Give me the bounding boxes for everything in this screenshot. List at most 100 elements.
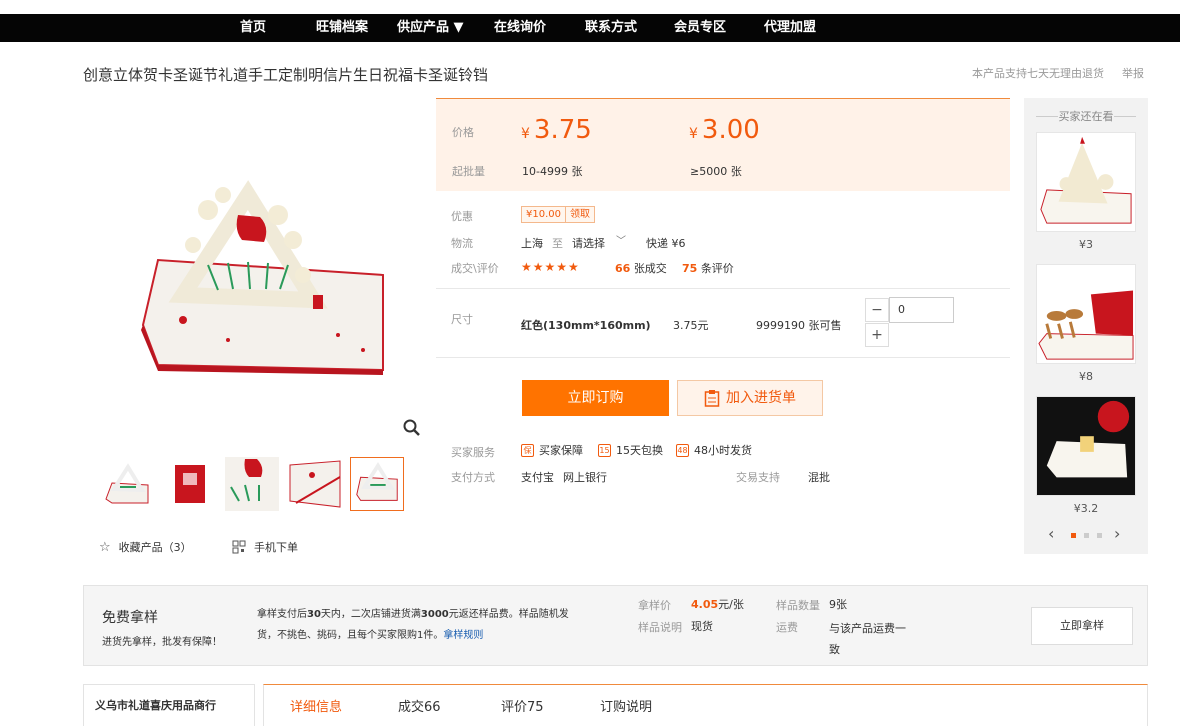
tab-details[interactable]: 详细信息	[290, 696, 342, 715]
add-to-cart-label: 加入进货单	[726, 390, 796, 406]
mobile-order[interactable]: 手机下单	[232, 539, 298, 555]
moq-tier-2: ≥5000 张	[690, 165, 742, 178]
clipboard-icon	[704, 390, 720, 407]
sample-desc-text: 天内，二次店铺进货满	[320, 609, 421, 620]
rail-dot[interactable]	[1084, 533, 1089, 538]
moq-tier-1: 10-4999 张	[522, 165, 583, 178]
thumbnail-1[interactable]	[100, 457, 154, 511]
get-sample-button[interactable]: 立即拿样	[1031, 607, 1133, 645]
nav-inquiry[interactable]: 在线询价	[494, 14, 546, 42]
shop-name[interactable]: 义乌市礼道喜庆用品商行	[95, 697, 216, 713]
also-viewed-price-3: ¥3.2	[1073, 502, 1099, 515]
qr-code-icon	[232, 540, 246, 554]
nav-agency[interactable]: 代理加盟	[764, 14, 816, 42]
service-label: 买家保障	[539, 444, 583, 457]
currency-symbol: ¥	[521, 126, 530, 142]
deals-label: 成交\评价	[451, 262, 499, 275]
service-48h-shipping[interactable]: 48 48小时发货	[676, 442, 752, 458]
moq-label: 起批量	[452, 165, 485, 178]
sku-stock: 9999190 张可售	[756, 319, 842, 332]
express-fee: 快递 ¥6	[646, 237, 686, 250]
coupon-value: ¥10.00	[526, 209, 561, 220]
detail-tabs: 详细信息 成交66 评价75 订购说明	[263, 684, 1148, 726]
service-label: 15天包换	[616, 444, 663, 457]
payment-bank: 网上银行	[563, 471, 607, 484]
sample-desc-days: 30	[307, 609, 321, 620]
calendar-icon: 15	[598, 443, 611, 457]
sample-note-value: 现货	[691, 620, 713, 633]
nav-members[interactable]: 会员专区	[674, 14, 726, 42]
sample-qty-label: 样品数量	[776, 599, 820, 612]
deals-count-text[interactable]: 66 张成交	[615, 260, 667, 276]
qty-minus-button[interactable]: −	[865, 298, 889, 322]
chevron-down-icon[interactable]: ﹀	[616, 232, 626, 247]
also-viewed-item-1[interactable]	[1036, 132, 1136, 232]
nav-contact[interactable]: 联系方式	[585, 14, 637, 42]
favorite-product[interactable]: ☆ 收藏产品（3）	[99, 539, 192, 555]
sample-price: 4.05元/张	[691, 596, 744, 612]
sample-rules-link[interactable]: 拿样规则	[443, 630, 483, 641]
destination-select[interactable]: 请选择	[572, 235, 605, 251]
rail-dot-active[interactable]	[1071, 533, 1076, 538]
deals-unit: 张成交	[633, 262, 667, 275]
sample-shipping-value: 与该产品运费一致	[829, 622, 906, 656]
top-nav: 首页 旺铺档案 供应产品 ▼ 在线询价 联系方式 会员专区 代理加盟	[0, 14, 1180, 42]
buy-now-button[interactable]: 立即订购	[522, 380, 669, 416]
also-viewed-rail: 买家还在看 ¥3 ¥8 ¥3.2 ‹ ›	[1024, 98, 1148, 554]
sample-desc-amount: 3000	[420, 609, 449, 620]
rating-stars-icon: ★★★★★	[521, 260, 580, 274]
services-label: 买家服务	[451, 446, 495, 459]
add-to-cart-button[interactable]: 加入进货单	[677, 380, 823, 416]
ship-to-label: 至	[552, 237, 563, 250]
price-value-1: 3.75	[533, 115, 592, 145]
coupon[interactable]: ¥10.00 领取	[521, 206, 595, 223]
report-link[interactable]: 举报	[1122, 65, 1144, 81]
also-viewed-price-1: ¥3	[1079, 238, 1093, 251]
thumbnail-4[interactable]	[288, 457, 342, 511]
shop-info: 义乌市礼道喜庆用品商行	[83, 684, 255, 726]
also-viewed-item-3[interactable]	[1036, 396, 1136, 496]
promo-label: 优惠	[451, 210, 473, 223]
size-label: 尺寸	[451, 313, 473, 326]
sample-desc-text: 拿样支付后	[257, 609, 307, 620]
mobile-order-label: 手机下单	[254, 541, 298, 554]
thumbnail-3[interactable]	[225, 457, 279, 511]
thumbnail-5-selected[interactable]	[350, 457, 404, 511]
sample-title: 免费拿样	[102, 610, 158, 626]
divider	[436, 357, 1010, 358]
sample-qty-value: 9张	[829, 598, 847, 611]
nav-products[interactable]: 供应产品 ▼	[397, 14, 464, 42]
sample-shipping-label: 运费	[776, 621, 798, 634]
tab-deals[interactable]: 成交66	[398, 696, 441, 715]
quantity-input[interactable]: 0	[889, 297, 954, 323]
price-label: 价格	[452, 126, 474, 139]
tab-order-notes[interactable]: 订购说明	[600, 696, 652, 715]
shield-icon: 保	[521, 443, 534, 457]
tab-reviews[interactable]: 评价75	[501, 696, 544, 715]
main-product-image[interactable]	[138, 165, 388, 375]
rail-next-icon[interactable]: ›	[1114, 524, 1120, 543]
reviews-count: 75	[682, 262, 698, 275]
thumbnail-2[interactable]	[163, 457, 217, 511]
rail-dot[interactable]	[1097, 533, 1102, 538]
service-buyer-protection[interactable]: 保 买家保障	[521, 442, 583, 458]
coupon-claim[interactable]: 领取	[565, 207, 594, 222]
also-viewed-title: 买家还在看	[1024, 108, 1148, 124]
service-exchange[interactable]: 15 15天包换	[598, 442, 663, 458]
nav-home[interactable]: 首页	[240, 14, 266, 42]
sample-description: 拿样支付后30天内，二次店铺进货满3000元返还样品费。样品随机发货，不挑色、挑…	[257, 604, 577, 646]
ship-origin: 上海	[521, 237, 543, 250]
nav-shop-profile[interactable]: 旺铺档案	[316, 14, 368, 42]
favorite-label: 收藏产品（3）	[118, 541, 192, 554]
free-sample-panel: 免费拿样 进货先拿样，批发有保障！ 拿样支付后30天内，二次店铺进货满3000元…	[83, 585, 1148, 666]
rail-prev-icon[interactable]: ‹	[1048, 524, 1054, 543]
sku-name: 红色(130mm*160mm)	[521, 319, 651, 332]
also-viewed-item-2[interactable]	[1036, 264, 1136, 364]
price-value-2: 3.00	[701, 115, 760, 145]
zoom-icon[interactable]	[402, 418, 422, 438]
reviews-count-text[interactable]: 75 条评价	[682, 260, 734, 276]
return-policy: 本产品支持七天无理由退货	[972, 67, 1104, 80]
qty-plus-button[interactable]: +	[865, 323, 889, 347]
service-label: 48小时发货	[694, 444, 752, 457]
price-tier-1: ¥3.75	[521, 115, 592, 145]
